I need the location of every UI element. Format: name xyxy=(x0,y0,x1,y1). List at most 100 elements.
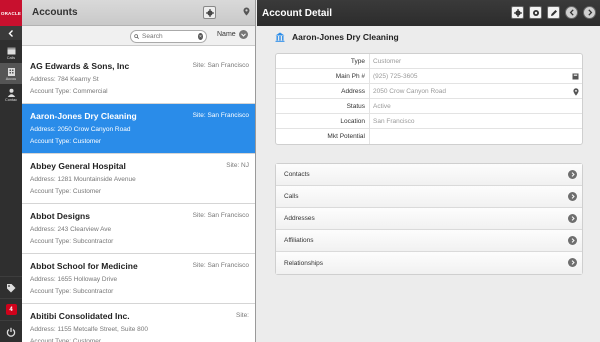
chevron-right-icon xyxy=(568,214,577,223)
list-settings-button[interactable] xyxy=(203,6,216,19)
next-record-button[interactable] xyxy=(583,6,596,19)
power-button[interactable] xyxy=(0,320,22,342)
section-affiliations[interactable]: Affiliations xyxy=(276,230,582,252)
detail-actions xyxy=(511,6,596,19)
field-row-mkt-potential: Mkt Potential xyxy=(276,129,582,144)
field-label: Type xyxy=(350,57,365,65)
pencil-icon xyxy=(550,9,557,16)
detail-settings-button[interactable] xyxy=(511,6,524,19)
field-row-type: Type Customer xyxy=(276,53,582,69)
field-label: Location xyxy=(340,117,365,125)
bank-building-icon xyxy=(275,32,285,42)
chevron-left-icon xyxy=(569,9,574,16)
search-input[interactable] xyxy=(142,33,198,40)
field-value: Active xyxy=(369,98,582,114)
rail-item-contacts[interactable]: Contac xyxy=(0,84,22,105)
detail-header: Account Detail xyxy=(257,0,600,26)
map-pin-icon[interactable] xyxy=(573,88,579,96)
field-value xyxy=(369,129,582,144)
detail-options-button[interactable] xyxy=(529,6,542,19)
list-header: Accounts xyxy=(22,0,255,26)
section-addresses[interactable]: Addresses xyxy=(276,208,582,230)
account-type: Account Type: Subcontractor xyxy=(30,238,114,245)
rail-item-label: Contac xyxy=(4,97,18,102)
list-item[interactable]: Abitibi Consolidated Inc. Site: Address:… xyxy=(22,304,255,342)
phone-icon[interactable] xyxy=(572,73,579,80)
account-type: Account Type: Customer xyxy=(30,188,102,195)
section-relationships[interactable]: Relationships xyxy=(276,252,582,274)
account-address: Address: 2050 Crow Canyon Road xyxy=(30,126,131,133)
accounts-list-panel: Accounts × Name AG Edwards & Sons, Inc xyxy=(22,0,256,342)
account-site: Site: NJ xyxy=(226,162,249,169)
account-type: Account Type: Commercial xyxy=(30,88,108,95)
account-type: Account Type: Subcontractor xyxy=(30,288,114,295)
section-label: Calls xyxy=(284,193,299,200)
section-label: Contacts xyxy=(284,171,310,178)
rail-item-calls[interactable]: Calls xyxy=(0,42,22,63)
field-row-status: Status Active xyxy=(276,98,582,114)
field-row-phone: Main Ph # (925) 725-3605 xyxy=(276,68,582,84)
section-label: Addresses xyxy=(284,215,315,222)
list-item[interactable]: AG Edwards & Sons, Inc Site: San Francis… xyxy=(22,54,255,104)
building-icon xyxy=(7,67,15,76)
field-row-address: Address 2050 Crow Canyon Road xyxy=(276,83,582,99)
account-site: Site: San Francisco xyxy=(192,262,249,269)
field-row-location: Location San Francisco xyxy=(276,113,582,129)
account-address: Address: 1155 Metcalfe Street, Suite 800 xyxy=(30,326,149,333)
rail-item-accounts[interactable]: Accou xyxy=(0,63,22,84)
sort-label: Name xyxy=(217,31,236,38)
left-rail: ORACLE Calls Accou Contac 4 xyxy=(0,0,22,342)
cog-icon xyxy=(532,9,539,16)
field-value[interactable]: 2050 Crow Canyon Road xyxy=(369,83,582,99)
section-contacts[interactable]: Contacts xyxy=(276,164,582,186)
account-address: Address: 243 Clearview Ave xyxy=(30,226,112,233)
field-label: Mkt Potential xyxy=(327,133,365,140)
sort-dropdown[interactable]: Name xyxy=(217,30,248,39)
field-label: Address xyxy=(341,87,365,95)
previous-record-button[interactable] xyxy=(565,6,578,19)
person-icon xyxy=(7,88,15,97)
account-type: Account Type: Customer xyxy=(30,338,102,342)
search-icon xyxy=(134,34,139,39)
rail-nav: Calls Accou Contac xyxy=(0,40,22,105)
collapse-rail-button[interactable] xyxy=(0,26,22,40)
account-name: Abbey General Hospital xyxy=(30,161,126,171)
app-root: ORACLE Calls Accou Contac 4 Accounts Sea… xyxy=(0,0,600,342)
account-address: Address: 784 Kearny St xyxy=(30,76,99,83)
list-item[interactable]: Abbot Designs Site: San Francisco Addres… xyxy=(22,204,255,254)
account-detail-panel: Account Detail Aaron-Jones Dry Cleaning … xyxy=(257,0,600,342)
notification-badge: 4 xyxy=(5,304,17,315)
detail-title: Account Detail xyxy=(262,7,333,19)
notifications-button[interactable]: 4 xyxy=(0,298,22,320)
account-address: Address: 1655 Holloway Drive xyxy=(30,276,118,283)
related-sections: Contacts Calls Addresses Affiliations Re… xyxy=(275,163,583,275)
rail-item-label: Accou xyxy=(5,76,17,81)
section-calls[interactable]: Calls xyxy=(276,186,582,208)
chevron-right-icon xyxy=(568,192,577,201)
account-site: Site: San Francisco xyxy=(192,112,249,119)
field-value: San Francisco xyxy=(369,113,582,129)
list-toolbar: × Name xyxy=(22,26,255,46)
list-title: Accounts xyxy=(32,7,78,18)
tag-button[interactable] xyxy=(0,276,22,298)
location-pin-icon[interactable] xyxy=(243,7,250,16)
edit-button[interactable] xyxy=(547,6,560,19)
account-info-table: Type Customer Main Ph # (925) 725-3605 A… xyxy=(275,53,583,145)
field-value: Customer xyxy=(369,53,582,69)
gear-icon xyxy=(205,8,214,17)
account-site: Site: xyxy=(235,312,249,319)
tag-icon xyxy=(7,283,16,292)
oracle-logo: ORACLE xyxy=(0,0,22,26)
field-value[interactable]: (925) 725-3605 xyxy=(369,68,582,84)
list-item-selected[interactable]: Aaron-Jones Dry Cleaning Site: San Franc… xyxy=(22,104,255,154)
field-label: Status xyxy=(346,102,365,110)
rail-item-label: Calls xyxy=(6,55,16,60)
chevron-right-icon xyxy=(568,236,577,245)
rail-bottom: 4 xyxy=(0,276,22,342)
account-address: Address: 1281 Mountainside Avenue xyxy=(30,176,136,183)
list-item[interactable]: Abbey General Hospital Site: NJ Address:… xyxy=(22,154,255,204)
chevron-right-icon xyxy=(568,258,577,267)
list-item[interactable]: Abbot School for Medicine Site: San Fran… xyxy=(22,254,255,304)
section-label: Affiliations xyxy=(284,237,314,244)
clear-search-icon[interactable]: × xyxy=(198,33,203,40)
